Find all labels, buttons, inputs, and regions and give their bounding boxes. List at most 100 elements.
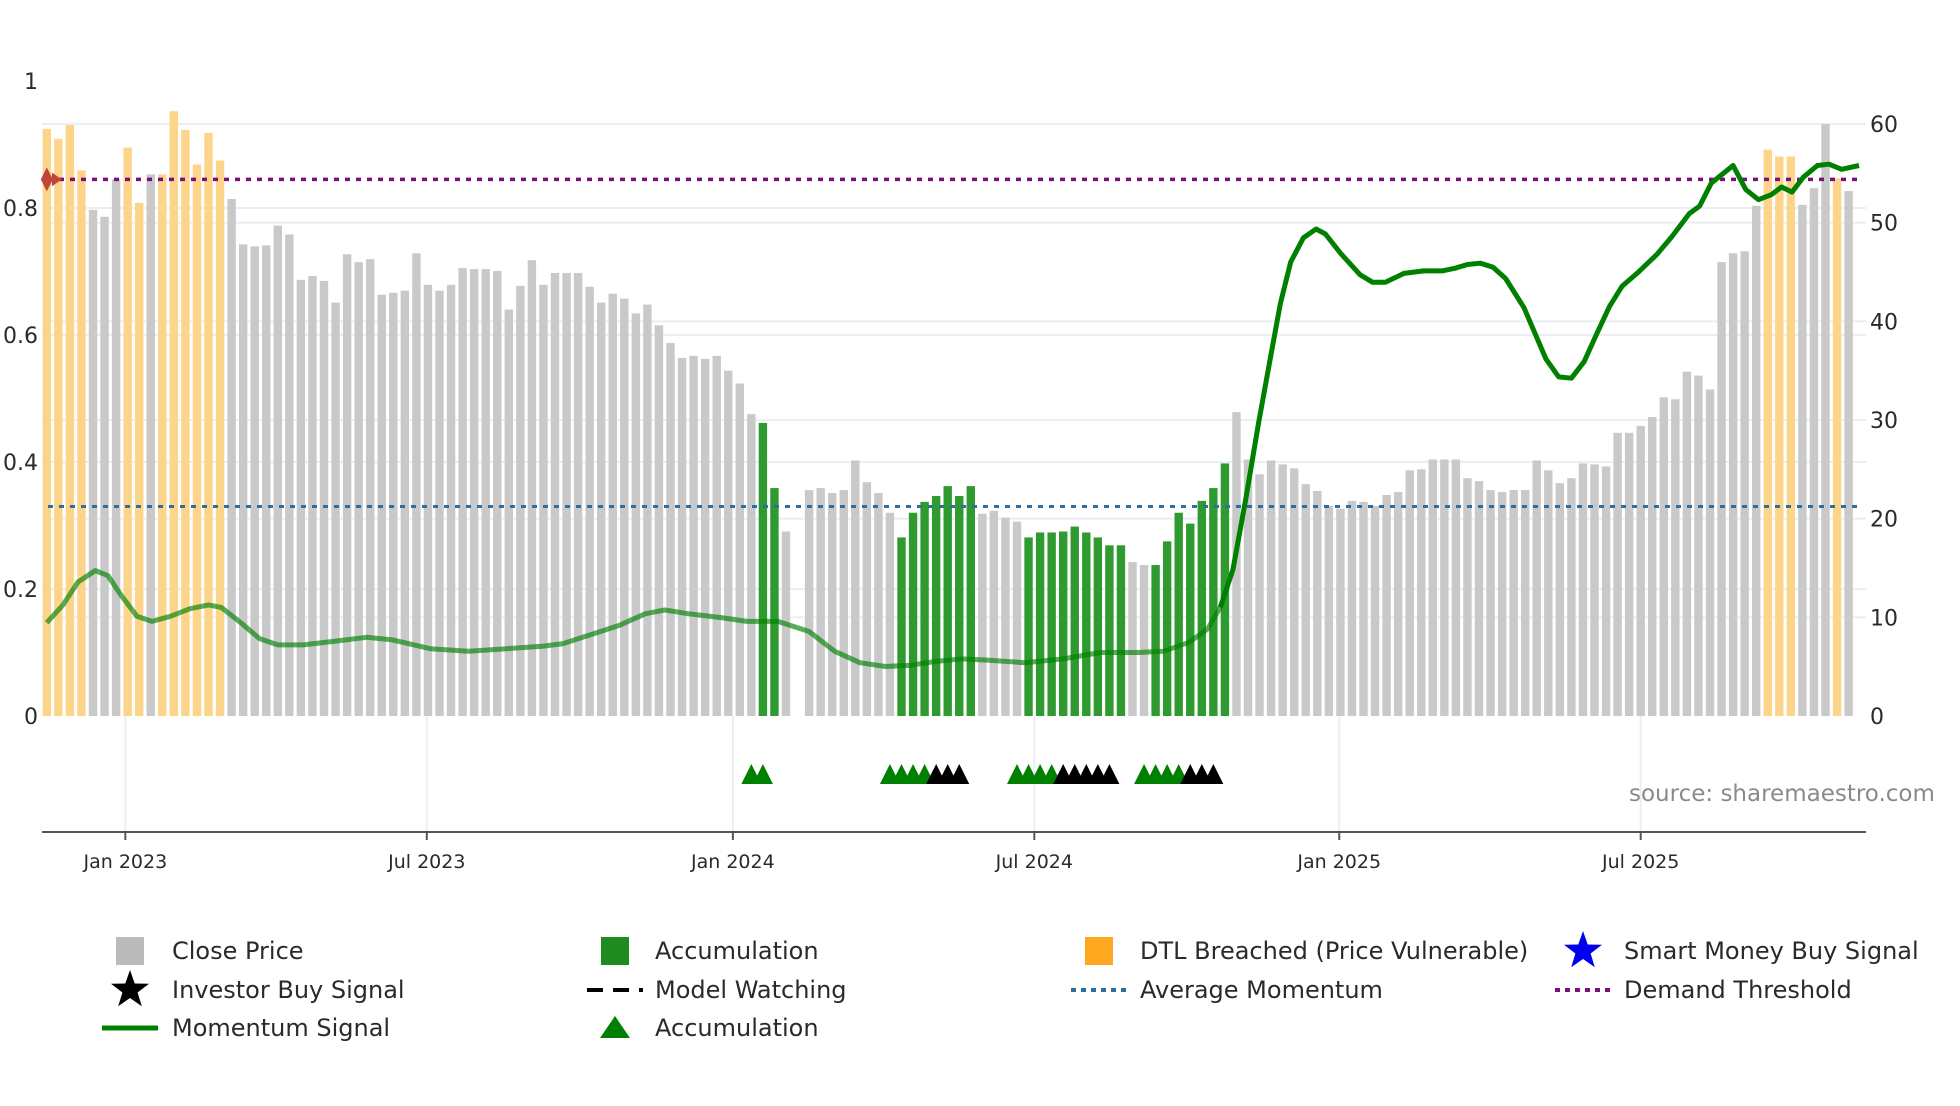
bar-close-price bbox=[1624, 432, 1634, 716]
bar-close-price bbox=[1740, 251, 1749, 716]
bar-accumulation bbox=[1035, 532, 1045, 716]
bar-close-price bbox=[400, 290, 410, 716]
bar-accumulation bbox=[1059, 531, 1068, 716]
bar-dtl-breached bbox=[204, 132, 213, 716]
bar-close-price bbox=[1382, 494, 1391, 716]
bar-close-price bbox=[631, 313, 641, 716]
left-axis-tick-label: 0 bbox=[24, 705, 38, 730]
source-label: source: sharemaestro.com bbox=[1629, 781, 1935, 807]
bar-accumulation bbox=[1209, 488, 1218, 716]
bar-accumulation bbox=[1151, 565, 1160, 716]
bar-close-price bbox=[1601, 466, 1611, 716]
green-triangle-icon bbox=[600, 1016, 630, 1038]
legend-label: Model Watching bbox=[655, 976, 847, 1004]
bar-close-price bbox=[562, 272, 571, 716]
bar-close-price bbox=[608, 293, 617, 716]
legend: Close Price Accumulation DTL Breached (Pri… bbox=[102, 931, 1919, 1042]
bar-accumulation bbox=[1116, 545, 1126, 716]
legend-label: DTL Breached (Price Vulnerable) bbox=[1140, 937, 1528, 965]
bar-close-price bbox=[804, 490, 814, 716]
bar-accumulation bbox=[955, 495, 964, 716]
bar-close-price bbox=[1648, 417, 1657, 716]
right-axis-tick-label: 20 bbox=[1870, 508, 1898, 533]
right-axis-tick-label: 50 bbox=[1870, 212, 1898, 237]
legend-item: Accumulation bbox=[601, 937, 819, 965]
bar-close-price bbox=[1532, 460, 1541, 716]
bar-close-price bbox=[1682, 371, 1692, 716]
x-axis-tick-label: Jul 2025 bbox=[1601, 851, 1679, 873]
x-axis-tick-label: Jan 2025 bbox=[1296, 851, 1381, 873]
bar-dtl-breached bbox=[1775, 156, 1784, 716]
bar-close-price bbox=[100, 216, 109, 716]
bar-close-price bbox=[978, 513, 987, 716]
orange-square-icon bbox=[1085, 937, 1113, 965]
bar-close-price bbox=[389, 292, 398, 716]
legend-item: Momentum Signal bbox=[102, 1014, 390, 1042]
bar-close-price bbox=[712, 355, 721, 716]
bar-close-price bbox=[597, 302, 606, 716]
bar-close-price bbox=[342, 254, 352, 717]
bar-dtl-breached bbox=[42, 128, 51, 716]
bar-close-price bbox=[1428, 459, 1437, 716]
left-axis-tick-label: 0.6 bbox=[3, 324, 38, 349]
legend-label: Accumulation bbox=[655, 937, 819, 965]
bar-accumulation bbox=[1174, 512, 1183, 716]
legend-item: Investor Buy Signal bbox=[111, 970, 405, 1007]
x-axis-tick-label: Jan 2023 bbox=[82, 851, 167, 873]
bar-close-price bbox=[1671, 399, 1680, 716]
bar-close-price bbox=[1393, 492, 1403, 716]
bar-close-price bbox=[1555, 483, 1565, 716]
bar-close-price bbox=[1717, 262, 1726, 716]
bar-close-price bbox=[724, 370, 733, 716]
bar-dtl-breached bbox=[123, 147, 132, 716]
bar-close-price bbox=[1370, 505, 1380, 716]
right-axis-tick-label: 10 bbox=[1870, 606, 1898, 631]
bar-dtl-breached bbox=[1832, 178, 1842, 716]
legend-label: Average Momentum bbox=[1140, 976, 1383, 1004]
legend-label: Smart Money Buy Signal bbox=[1624, 937, 1919, 965]
bar-dtl-breached bbox=[169, 111, 179, 716]
bar-close-price bbox=[643, 304, 652, 716]
bar-accumulation bbox=[908, 512, 918, 716]
bar-close-price bbox=[885, 512, 895, 716]
bar-accumulation bbox=[1070, 526, 1079, 716]
bar-close-price bbox=[1798, 204, 1807, 716]
bar-close-price bbox=[654, 325, 664, 716]
bar-close-price bbox=[677, 357, 687, 716]
right-axis-tick-label: 0 bbox=[1870, 705, 1884, 730]
bar-close-price bbox=[1590, 464, 1599, 716]
bar-dtl-breached bbox=[54, 138, 63, 717]
bar-close-price bbox=[1347, 500, 1357, 716]
bar-accumulation bbox=[758, 422, 768, 716]
legend-item: Accumulation bbox=[600, 1014, 819, 1042]
bar-close-price bbox=[1728, 253, 1738, 716]
bar-close-price bbox=[851, 460, 860, 716]
bar-dtl-breached bbox=[77, 170, 86, 716]
left-axis-tick-label: 0.8 bbox=[3, 197, 38, 222]
bar-close-price bbox=[238, 244, 248, 716]
legend-item: Close Price bbox=[116, 937, 304, 965]
bar-accumulation bbox=[1186, 523, 1195, 716]
bar-close-price bbox=[1463, 478, 1472, 716]
right-axis-tick-label: 40 bbox=[1870, 310, 1898, 335]
bar-close-price bbox=[1844, 191, 1853, 717]
bar-accumulation bbox=[931, 495, 941, 716]
left-axis-tick-label: 1 bbox=[24, 70, 38, 95]
bar-dtl-breached bbox=[192, 164, 202, 716]
x-axis-tick-label: Jul 2023 bbox=[387, 851, 465, 873]
bar-dtl-breached bbox=[65, 124, 75, 716]
x-axis-tick-label: Jul 2024 bbox=[995, 851, 1073, 873]
bar-close-price bbox=[839, 490, 848, 716]
bar-close-price bbox=[296, 279, 306, 716]
bar-accumulation bbox=[966, 486, 975, 716]
bar-close-price bbox=[1578, 463, 1588, 716]
bar-accumulation bbox=[770, 488, 779, 716]
black-star-icon bbox=[111, 970, 149, 1007]
legend-item: Average Momentum bbox=[1071, 976, 1383, 1004]
bar-close-price bbox=[250, 246, 259, 716]
bar-close-price bbox=[828, 493, 837, 716]
bar-close-price bbox=[319, 280, 329, 716]
blue-star-icon bbox=[1564, 931, 1602, 968]
bar-close-price bbox=[146, 174, 155, 716]
bar-accumulation bbox=[1024, 537, 1033, 716]
